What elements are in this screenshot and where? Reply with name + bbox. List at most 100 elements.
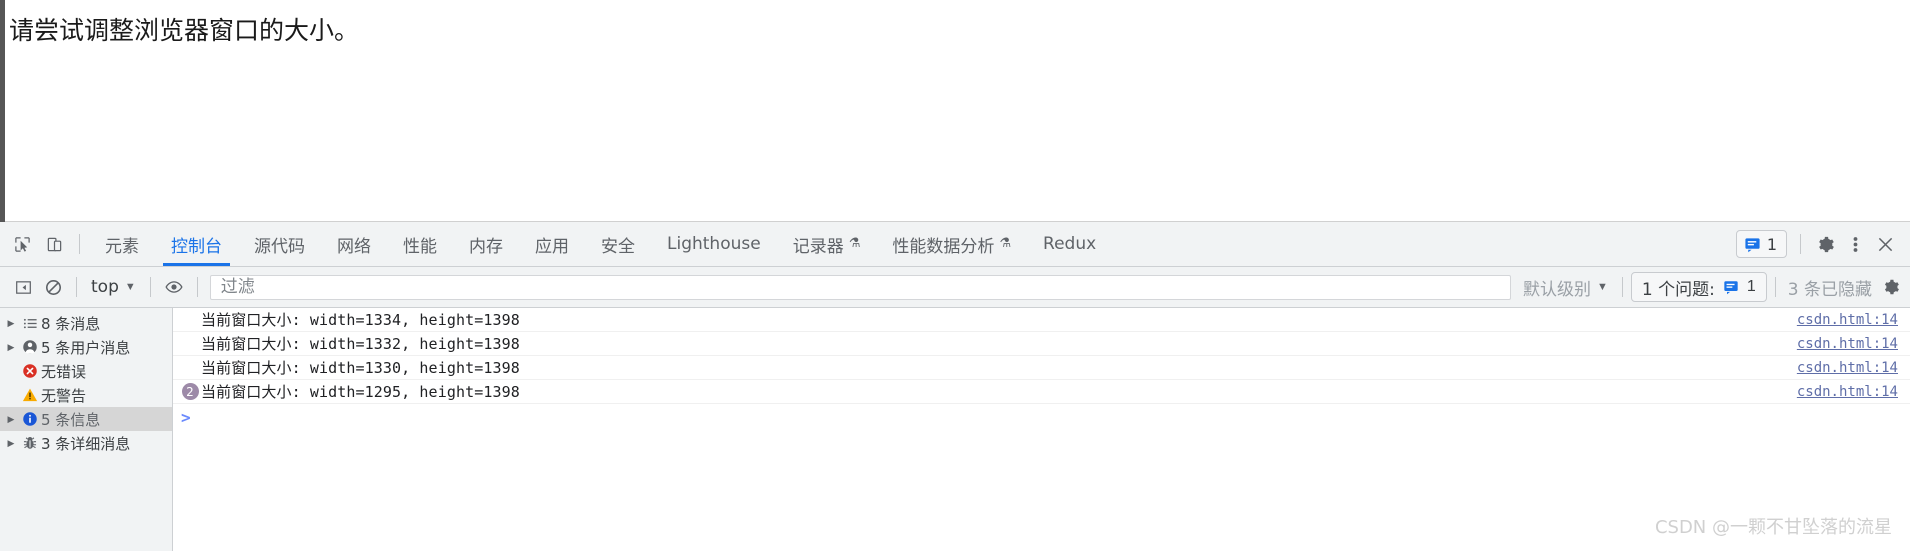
prompt-caret-icon: > bbox=[181, 407, 191, 427]
console-settings-gear-icon[interactable] bbox=[1876, 273, 1906, 301]
user-icon bbox=[19, 339, 41, 355]
list-icon bbox=[19, 316, 41, 331]
filter-input[interactable] bbox=[218, 276, 1503, 298]
expand-arrow-icon[interactable]: ▶ bbox=[3, 342, 19, 352]
javascript-context-select[interactable]: top ▼ bbox=[85, 274, 142, 300]
inspect-cursor-icon[interactable] bbox=[6, 229, 38, 259]
tab-label: 元素 bbox=[105, 236, 139, 257]
close-devtools-icon[interactable] bbox=[1870, 229, 1900, 259]
log-source-link[interactable]: csdn.html:14 bbox=[1797, 384, 1898, 400]
warning-icon bbox=[19, 387, 41, 403]
tab-memory[interactable]: 内存 bbox=[453, 222, 519, 266]
repeat-badge-slot: 2 bbox=[179, 383, 201, 400]
toolbar-divider-5 bbox=[1774, 277, 1776, 297]
info-icon bbox=[19, 411, 41, 427]
tab-security[interactable]: 安全 bbox=[585, 222, 651, 266]
chevron-down-icon: ▼ bbox=[1597, 280, 1608, 293]
tab-performance[interactable]: 性能 bbox=[387, 222, 453, 266]
sidebar-item-label: 无警告 bbox=[41, 386, 87, 405]
log-message-text: 当前窗口大小: width=1330, height=1398 bbox=[201, 359, 520, 377]
browser-window-edge bbox=[0, 0, 5, 222]
message-count-button[interactable]: 1 bbox=[1735, 230, 1787, 258]
tab-console[interactable]: 控制台 bbox=[155, 222, 238, 266]
console-log-row[interactable]: 当前窗口大小: width=1330, height=1398 csdn.htm… bbox=[173, 356, 1910, 380]
console-log-row[interactable]: 2 当前窗口大小: width=1295, height=1398 csdn.h… bbox=[173, 380, 1910, 404]
sidebar-item-all-messages[interactable]: ▶ 8 条消息 bbox=[0, 311, 172, 335]
experiment-flask-icon: ⚗ bbox=[999, 235, 1012, 251]
tabbar-right-divider bbox=[1800, 234, 1801, 254]
devtools-tabs: 元素 控制台 源代码 网络 性能 内存 应用 安全 Lighthouse 记录器… bbox=[89, 222, 1736, 266]
console-log-row[interactable]: 当前窗口大小: width=1334, height=1398 csdn.htm… bbox=[173, 308, 1910, 332]
tab-label: 内存 bbox=[469, 236, 503, 257]
speech-bubble-icon bbox=[1745, 237, 1760, 252]
tab-label: 网络 bbox=[337, 236, 371, 257]
page-heading: 请尝试调整浏览器窗口的大小。 bbox=[9, 16, 360, 45]
tab-redux[interactable]: Redux bbox=[1027, 222, 1112, 266]
log-level-label: 默认级别 bbox=[1523, 279, 1592, 300]
context-label: top bbox=[91, 277, 119, 297]
tab-lighthouse[interactable]: Lighthouse bbox=[651, 222, 777, 266]
toolbar-divider-2 bbox=[149, 277, 151, 297]
tab-elements[interactable]: 元素 bbox=[89, 222, 155, 266]
tab-application[interactable]: 应用 bbox=[519, 222, 585, 266]
live-expression-eye-icon[interactable] bbox=[159, 273, 189, 301]
clear-console-icon[interactable] bbox=[38, 273, 68, 301]
sidebar-item-verbose[interactable]: ▶ 3 条详细消息 bbox=[0, 431, 172, 455]
repeat-count-badge: 2 bbox=[181, 383, 199, 400]
settings-gear-icon[interactable] bbox=[1810, 229, 1840, 259]
log-level-select[interactable]: 默认级别 ▼ bbox=[1517, 275, 1614, 300]
console-sidebar-toggle-icon[interactable] bbox=[8, 273, 38, 301]
tab-label: 记录器 bbox=[792, 236, 844, 257]
page-viewport: 请尝试调整浏览器窗口的大小。 bbox=[0, 0, 1910, 222]
sidebar-item-errors[interactable]: ▶ 无错误 bbox=[0, 359, 172, 383]
expand-arrow-icon[interactable]: ▶ bbox=[3, 318, 19, 328]
issues-label: 1 个问题: bbox=[1641, 279, 1715, 300]
expand-arrow-icon[interactable]: ▶ bbox=[3, 438, 19, 448]
speech-bubble-icon bbox=[1724, 281, 1738, 295]
console-toolbar: top ▼ 默认级别 ▼ 1 个问题: bbox=[0, 267, 1910, 308]
console-body: ▶ 8 条消息 ▶ 5 条用户消息 无错误 无警告 ▶ 5 条信息 ▶ 3 条详… bbox=[0, 308, 1910, 551]
sidebar-item-user-messages[interactable]: ▶ 5 条用户消息 bbox=[0, 335, 172, 359]
console-filter-box[interactable] bbox=[209, 274, 1512, 300]
expand-arrow-icon[interactable]: ▶ bbox=[3, 414, 19, 424]
devtools-tabbar: 元素 控制台 源代码 网络 性能 内存 应用 安全 Lighthouse 记录器… bbox=[0, 222, 1910, 267]
toolbar-divider bbox=[76, 277, 77, 297]
log-source-link[interactable]: csdn.html:14 bbox=[1797, 336, 1898, 352]
toolbar-divider-3 bbox=[196, 277, 198, 297]
console-prompt-row[interactable]: > bbox=[173, 404, 1910, 430]
console-message-list: 当前窗口大小: width=1334, height=1398 csdn.htm… bbox=[173, 308, 1910, 551]
toolbar-divider-4 bbox=[1621, 277, 1623, 297]
sidebar-item-label: 8 条消息 bbox=[41, 314, 101, 333]
experiment-flask-icon: ⚗ bbox=[848, 235, 861, 251]
tab-label: 应用 bbox=[535, 236, 569, 257]
log-message-text: 当前窗口大小: width=1334, height=1398 bbox=[201, 311, 520, 329]
issues-count: 1 bbox=[1746, 278, 1756, 295]
tab-label: 控制台 bbox=[171, 236, 222, 257]
chevron-down-icon: ▼ bbox=[124, 280, 136, 293]
tab-recorder[interactable]: 记录器 ⚗ bbox=[777, 222, 877, 266]
log-source-link[interactable]: csdn.html:14 bbox=[1797, 360, 1898, 376]
log-source-link[interactable]: csdn.html:14 bbox=[1797, 312, 1898, 328]
more-options-icon[interactable] bbox=[1840, 229, 1870, 259]
tab-label: 源代码 bbox=[254, 236, 305, 257]
sidebar-item-label: 3 条详细消息 bbox=[41, 434, 131, 453]
tab-sources[interactable]: 源代码 bbox=[238, 222, 321, 266]
tab-label: 安全 bbox=[601, 236, 635, 257]
tab-network[interactable]: 网络 bbox=[321, 222, 387, 266]
tabbar-divider bbox=[79, 234, 80, 254]
sidebar-item-info[interactable]: ▶ 5 条信息 bbox=[0, 407, 172, 431]
console-prompt-input[interactable] bbox=[191, 404, 1910, 430]
tabbar-right-actions: 1 bbox=[1735, 229, 1906, 259]
sidebar-item-label: 5 条用户消息 bbox=[41, 338, 131, 357]
console-log-row[interactable]: 当前窗口大小: width=1332, height=1398 csdn.htm… bbox=[173, 332, 1910, 356]
device-toolbar-icon[interactable] bbox=[38, 229, 70, 259]
tab-performance-insights[interactable]: 性能数据分析 ⚗ bbox=[876, 222, 1027, 266]
sidebar-item-label: 无错误 bbox=[41, 362, 87, 381]
devtools-panel: 元素 控制台 源代码 网络 性能 内存 应用 安全 Lighthouse 记录器… bbox=[0, 222, 1910, 551]
csdn-watermark: CSDN @一颗不甘坠落的流星 bbox=[1654, 517, 1892, 538]
tab-label: Lighthouse bbox=[667, 234, 761, 254]
sidebar-item-warnings[interactable]: ▶ 无警告 bbox=[0, 383, 172, 407]
issues-button[interactable]: 1 个问题: 1 bbox=[1630, 272, 1767, 302]
console-sidebar: ▶ 8 条消息 ▶ 5 条用户消息 无错误 无警告 ▶ 5 条信息 ▶ 3 条详… bbox=[0, 308, 173, 551]
devtools-screenshot: 请尝试调整浏览器窗口的大小。 元素 控制台 源代码 网络 性能 内存 应用 安全… bbox=[0, 0, 1910, 551]
